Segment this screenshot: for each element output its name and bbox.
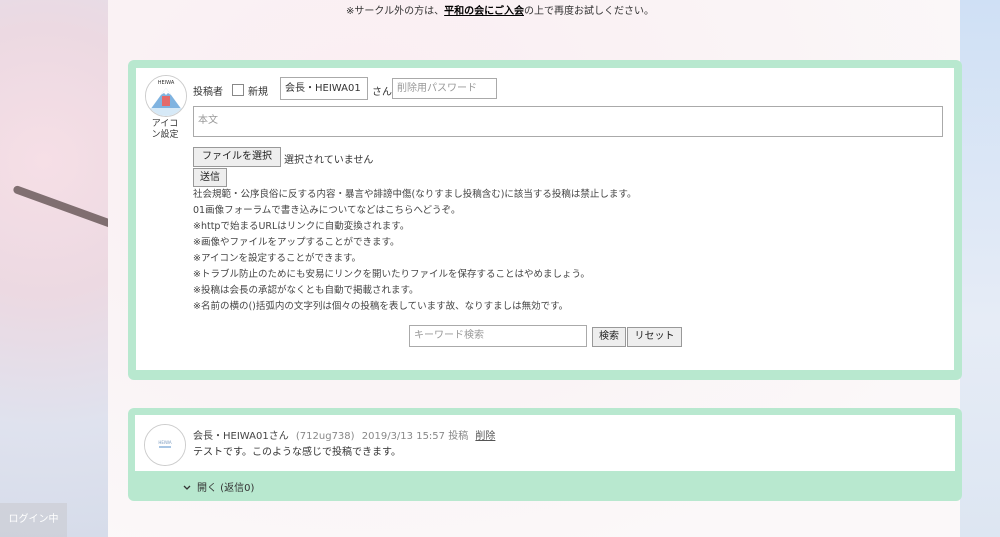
note-line: 01画像フォーラムで書き込みについてなどはこちらへどうぞ。 xyxy=(193,205,461,216)
avatar-logo-icon: HEIWA xyxy=(145,425,185,465)
chevron-down-icon xyxy=(183,485,191,490)
poster-label: 投稿者 xyxy=(193,87,223,98)
new-label: 新規 xyxy=(248,87,268,98)
posting-notes: 社会規範・公序良俗に反する内容・暴言や誹謗中傷(なりすまし投稿含む)に該当する投… xyxy=(193,187,636,315)
member-notice: ※サークル外の方は、平和の会にご入会の上で再度お試しください。 xyxy=(0,2,1000,17)
expand-label: 開く (返信0) xyxy=(197,483,255,494)
svg-text:HEIWA: HEIWA xyxy=(158,440,171,445)
background-right xyxy=(960,0,1000,537)
password-field[interactable]: 削除用パスワード xyxy=(392,78,497,99)
post-meta: 会長・HEIWA01さん (712ug738) 2019/3/13 15:57 … xyxy=(193,427,495,442)
submit-button[interactable]: 送信 xyxy=(193,168,227,187)
new-checkbox[interactable] xyxy=(232,84,244,96)
search-button[interactable]: 検索 xyxy=(592,327,626,347)
background-left xyxy=(0,0,108,537)
avatar-caption[interactable]: アイコン設定 xyxy=(148,119,182,141)
name-field[interactable]: 会長・HEIWA01 xyxy=(280,77,368,100)
note-line: ※トラブル防止のためにも安易にリンクを開いたりファイルを保存することはやめましょ… xyxy=(193,269,590,280)
note-line: 社会規範・公序良俗に反する内容・暴言や誹謗中傷(なりすまし投稿含む)に該当する投… xyxy=(193,189,637,200)
note-line: ※投稿は会長の承認がなくとも自動で掲載されます。 xyxy=(193,285,419,296)
note-line: ※名前の横の()括弧内の文字列は個々の投稿を表しています故、なりすましは無効です… xyxy=(193,301,569,312)
notice-suffix: の上で再度お試しください。 xyxy=(523,6,654,17)
expand-replies[interactable]: 開く (返信0) xyxy=(183,479,254,494)
post-body: テストです。このような感じで投稿できます。 xyxy=(193,447,401,458)
mountain-icon: HEIWA xyxy=(146,76,186,116)
avatar[interactable]: HEIWA xyxy=(145,75,187,117)
note-line: ※画像やファイルをアップすることができます。 xyxy=(193,237,400,248)
svg-text:HEIWA: HEIWA xyxy=(158,80,175,86)
reset-button[interactable]: リセット xyxy=(627,327,682,347)
search-input[interactable]: キーワード検索 xyxy=(409,325,587,347)
file-select-button[interactable]: ファイルを選択 xyxy=(193,147,281,167)
note-line: ※httpで始まるURLはリンクに自動変換されます。 xyxy=(193,221,410,232)
post-datetime: 2019/3/13 15:57 投稿 xyxy=(361,431,469,442)
post-id: (712ug738) xyxy=(295,431,355,442)
body-textarea[interactable]: 本文 xyxy=(193,106,943,137)
post-author: 会長・HEIWA01さん xyxy=(193,431,289,442)
san-label: さん xyxy=(372,87,392,98)
post-avatar: HEIWA xyxy=(144,424,186,466)
file-status: 選択されていません xyxy=(284,155,374,166)
join-link[interactable]: 平和の会にご入会 xyxy=(444,6,524,17)
notice-prefix: ※サークル外の方は、 xyxy=(346,6,445,17)
note-line: ※アイコンを設定することができます。 xyxy=(193,253,362,264)
delete-link[interactable]: 削除 xyxy=(475,431,495,442)
login-status-badge[interactable]: ログイン中 xyxy=(0,503,67,537)
